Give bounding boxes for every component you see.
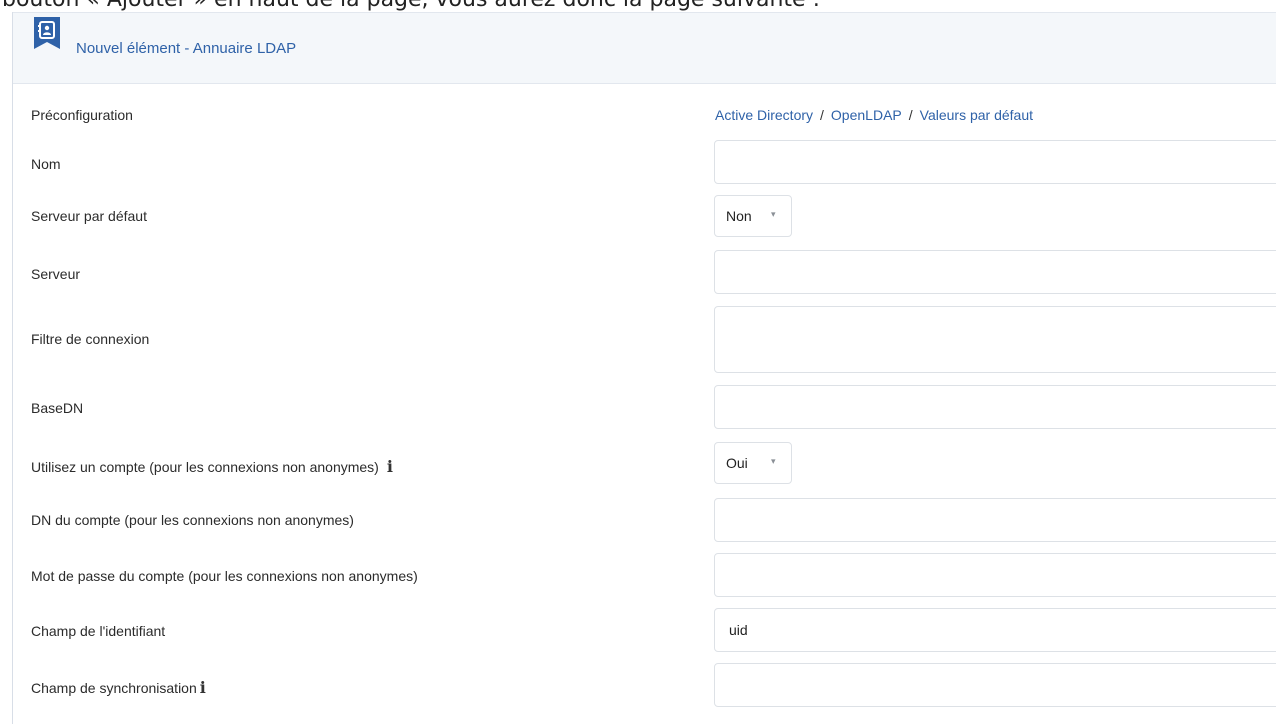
- serveur-defaut-select[interactable]: Non ▾: [714, 195, 792, 237]
- serveur-defaut-value: Non: [726, 208, 752, 224]
- mdp-compte-label: Mot de passe du compte (pour les connexi…: [31, 568, 418, 584]
- serveur-input[interactable]: [714, 250, 1276, 294]
- preconfiguration-links: Active Directory / OpenLDAP / Valeurs par dé…: [715, 107, 1033, 123]
- utiliser-compte-value: Oui: [726, 455, 748, 471]
- address-book-icon: [34, 17, 60, 49]
- champ-sync-input[interactable]: [714, 663, 1276, 707]
- basedn-input[interactable]: [714, 385, 1276, 429]
- preset-openldap-link[interactable]: OpenLDAP: [831, 107, 902, 123]
- utiliser-compte-label-text: Utilisez un compte (pour les connexions …: [31, 459, 379, 475]
- serveur-label: Serveur: [31, 266, 81, 282]
- preset-separator: /: [908, 107, 913, 123]
- champ-sync-label-text: Champ de synchronisation: [31, 680, 197, 696]
- nom-input[interactable]: [714, 140, 1276, 184]
- champ-identifiant-label: Champ de l'identifiant: [31, 623, 166, 639]
- caption-text: bouton « Ajouter » en haut de la page, v…: [0, 0, 1276, 12]
- utiliser-compte-label: Utilisez un compte (pour les connexions …: [31, 457, 393, 476]
- dn-compte-label: DN du compte (pour les connexions non an…: [31, 512, 354, 528]
- utiliser-compte-select[interactable]: Oui ▾: [714, 442, 792, 484]
- basedn-label: BaseDN: [31, 400, 84, 416]
- dn-compte-input[interactable]: [714, 498, 1276, 542]
- filtre-connexion-label: Filtre de connexion: [31, 331, 150, 347]
- champ-sync-label: Champ de synchronisation i: [31, 678, 206, 697]
- preset-default-values-link[interactable]: Valeurs par défaut: [920, 107, 1033, 123]
- panel-title: Nouvel élément - Annuaire LDAP: [76, 40, 297, 57]
- info-icon[interactable]: i: [387, 457, 393, 476]
- chevron-down-icon: ▾: [771, 209, 776, 219]
- info-icon[interactable]: i: [200, 678, 206, 697]
- ldap-form-panel: Nouvel élément - Annuaire LDAP Préconfig…: [12, 12, 1276, 724]
- mdp-compte-input[interactable]: [714, 553, 1276, 597]
- panel-header: Nouvel élément - Annuaire LDAP: [13, 12, 1276, 84]
- champ-identifiant-input[interactable]: [714, 608, 1276, 652]
- chevron-down-icon: ▾: [771, 456, 776, 466]
- preset-active-directory-link[interactable]: Active Directory: [715, 107, 813, 123]
- row-preconfiguration: Préconfiguration Active Directory / OpenLD…: [13, 84, 1276, 144]
- preset-separator: /: [820, 107, 824, 123]
- serveur-defaut-label: Serveur par défaut: [31, 208, 147, 224]
- nom-label: Nom: [31, 156, 61, 172]
- preconfiguration-label: Préconfiguration: [31, 107, 133, 123]
- filtre-connexion-textarea[interactable]: [714, 306, 1276, 373]
